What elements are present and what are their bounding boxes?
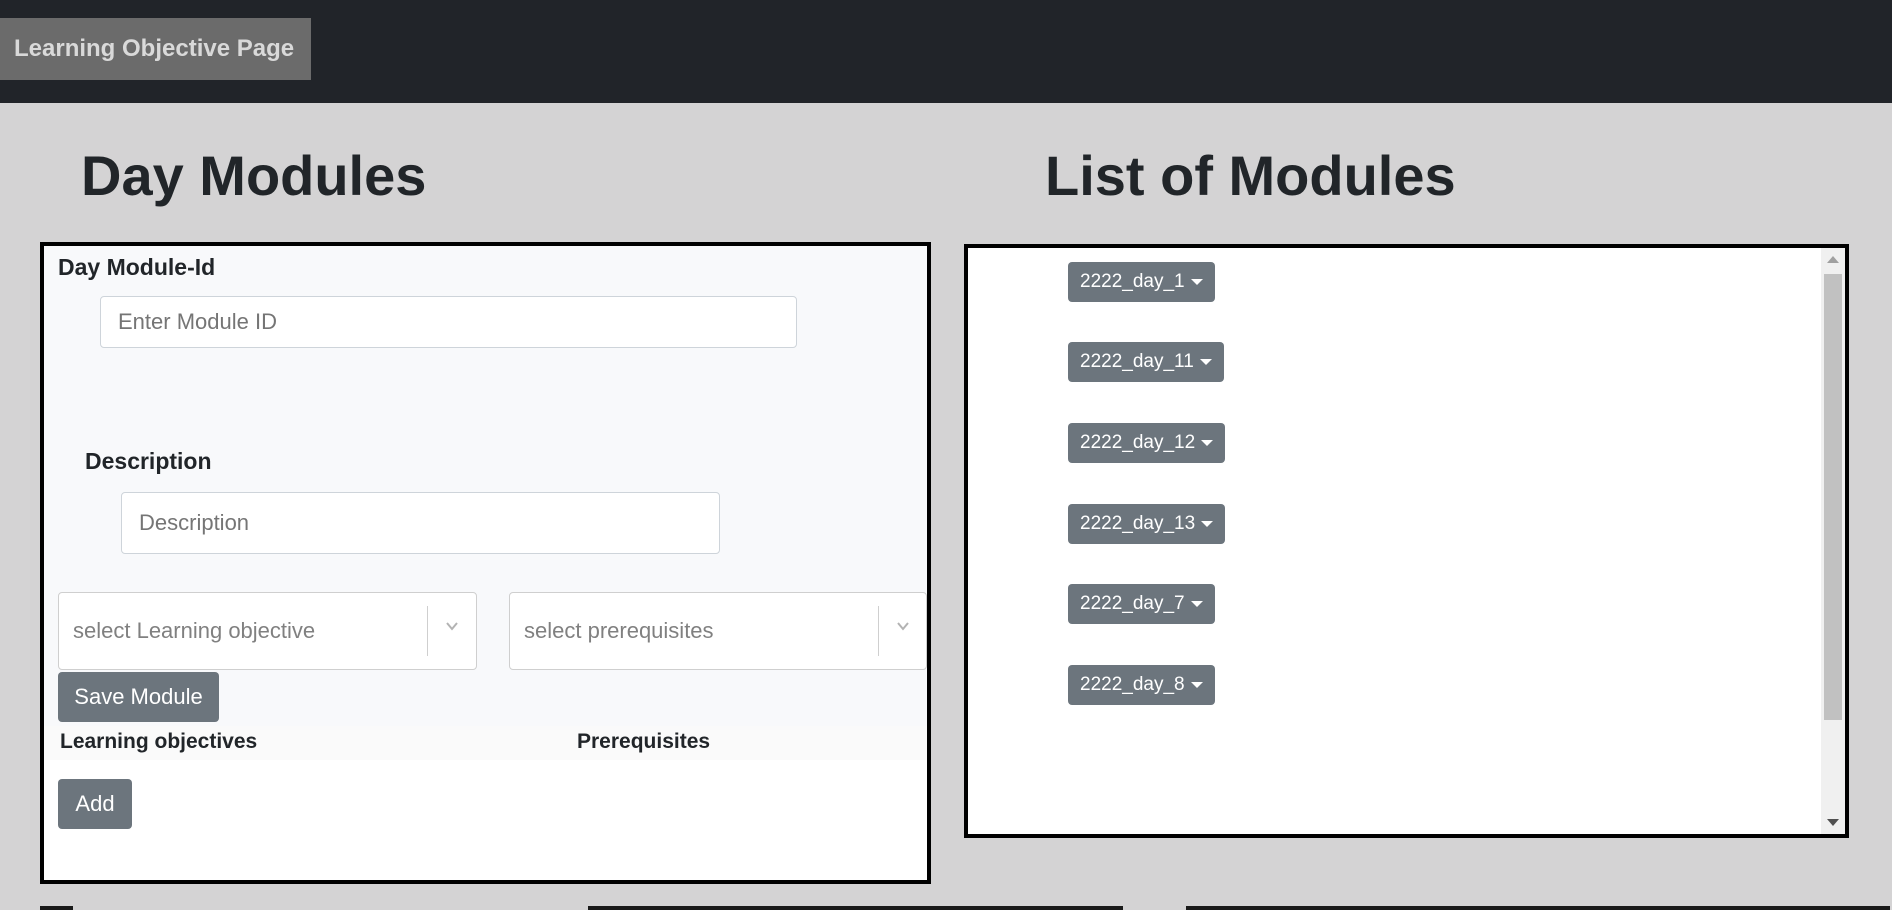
module-dropdown-button[interactable]: 2222_day_11 <box>1068 342 1224 382</box>
bottom-divider <box>40 906 73 910</box>
module-dropdown-button[interactable]: 2222_day_1 <box>1068 262 1215 302</box>
module-id-label: Day Module-Id <box>58 254 216 280</box>
chevron-down-icon <box>446 622 458 631</box>
scrollbar-thumb[interactable] <box>1824 274 1842 720</box>
add-button[interactable]: Add <box>58 779 132 829</box>
navbar-brand[interactable]: Learning Objective Page <box>0 18 311 80</box>
description-label: Description <box>85 448 212 474</box>
caret-down-icon <box>1190 682 1203 688</box>
caret-down-icon <box>1190 601 1203 607</box>
chevron-down-icon <box>897 622 909 631</box>
module-dropdown-button[interactable]: 2222_day_8 <box>1068 665 1215 705</box>
day-module-form: Day Module-Id Description select Learnin… <box>40 242 931 884</box>
day-modules-title: Day Modules <box>81 144 427 207</box>
learning-objectives-heading: Learning objectives <box>60 730 258 753</box>
prerequisites-select-value: select prerequisites <box>524 618 714 643</box>
learning-objective-select[interactable]: select Learning objective <box>58 592 477 670</box>
module-label: 2222_day_7 <box>1080 593 1185 614</box>
module-id-input[interactable] <box>100 296 797 348</box>
module-dropdown-button[interactable]: 2222_day_12 <box>1068 423 1226 463</box>
module-label: 2222_day_11 <box>1080 351 1194 372</box>
caret-down-icon <box>1199 359 1212 365</box>
module-label: 2222_day_12 <box>1080 432 1196 453</box>
select-separator <box>427 606 428 656</box>
description-input[interactable] <box>121 492 720 554</box>
scroll-up-arrow-icon[interactable] <box>1827 256 1839 263</box>
module-label: 2222_day_1 <box>1080 271 1185 292</box>
module-label: 2222_day_13 <box>1080 513 1196 534</box>
list-scrollbar[interactable] <box>1821 248 1845 834</box>
caret-down-icon <box>1201 440 1214 446</box>
prerequisites-heading: Prerequisites <box>577 730 711 753</box>
caret-down-icon <box>1190 279 1203 285</box>
bottom-divider <box>1186 906 1890 910</box>
select-separator <box>878 606 879 656</box>
save-module-button[interactable]: Save Module <box>58 672 219 722</box>
module-dropdown-button[interactable]: 2222_day_13 <box>1068 504 1226 544</box>
top-navbar: Learning Objective Page <box>0 0 1892 103</box>
scroll-down-arrow-icon[interactable] <box>1827 819 1839 826</box>
list-of-modules-title: List of Modules <box>1045 144 1456 207</box>
module-label: 2222_day_8 <box>1080 674 1185 695</box>
modules-list: 2222_day_1 2222_day_11 2222_day_12 2222_… <box>964 244 1849 838</box>
caret-down-icon <box>1201 521 1214 527</box>
prerequisites-select[interactable]: select prerequisites <box>509 592 927 670</box>
bottom-divider <box>588 906 1123 910</box>
module-dropdown-button[interactable]: 2222_day_7 <box>1068 584 1215 624</box>
learning-objective-select-value: select Learning objective <box>73 618 316 643</box>
